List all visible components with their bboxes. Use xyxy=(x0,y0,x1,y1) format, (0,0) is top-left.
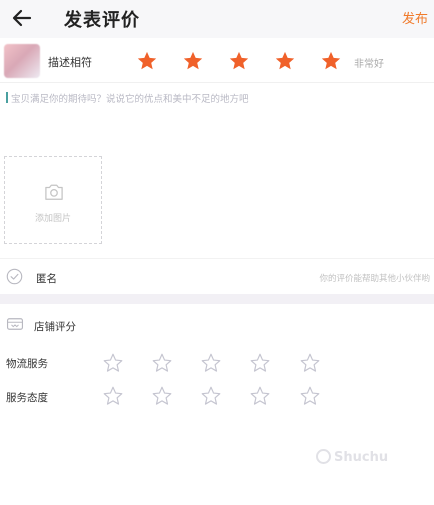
anonymous-label: 匿名 xyxy=(36,273,57,285)
product-rating-label: 描述相符 xyxy=(48,56,92,69)
section-divider xyxy=(0,294,434,304)
rating-text: 非常好 xyxy=(354,59,384,70)
logistics-label: 物流服务 xyxy=(6,358,48,370)
page-title: 发表评价 xyxy=(64,10,140,31)
star-empty-icon[interactable] xyxy=(299,352,321,374)
camera-icon xyxy=(45,184,63,200)
star-filled-icon[interactable] xyxy=(274,50,296,72)
shop-rating-title: 店铺评分 xyxy=(34,321,76,333)
product-rating-row: 描述相符 非常好 xyxy=(0,40,434,83)
add-photo-button[interactable]: 添加图片 xyxy=(4,156,102,244)
star-empty-icon[interactable] xyxy=(200,385,222,407)
anonymous-hint: 你的评价能帮助其他小伙伴哟 xyxy=(319,274,430,284)
review-placeholder: 宝贝满足你的期待吗？说说它的优点和美中不足的地方吧 xyxy=(11,94,249,105)
add-photo-label: 添加图片 xyxy=(34,214,71,224)
star-empty-icon[interactable] xyxy=(102,352,124,374)
star-empty-icon[interactable] xyxy=(249,352,271,374)
star-empty-icon[interactable] xyxy=(200,352,222,374)
watermark-logo-icon xyxy=(316,449,331,464)
publish-button[interactable]: 发布 xyxy=(402,8,428,27)
text-cursor xyxy=(6,92,8,103)
star-empty-icon[interactable] xyxy=(151,385,173,407)
star-filled-icon[interactable] xyxy=(228,50,250,72)
header-bar: 发表评价 发布 xyxy=(0,0,434,38)
watermark-text: Shuchu xyxy=(334,450,389,465)
shop-icon xyxy=(6,318,24,330)
review-page: 发表评价 发布 描述相符 非常好 宝贝满足你的期待吗？说说它的优点和美中不足的地… xyxy=(0,0,434,505)
anonymous-check-icon[interactable] xyxy=(6,268,23,285)
product-thumbnail xyxy=(4,44,40,78)
star-empty-icon[interactable] xyxy=(151,352,173,374)
star-empty-icon[interactable] xyxy=(102,385,124,407)
anonymous-row[interactable]: 匿名 你的评价能帮助其他小伙伴哟 xyxy=(0,258,434,295)
star-filled-icon[interactable] xyxy=(182,50,204,72)
star-filled-icon[interactable] xyxy=(136,50,158,72)
shop-rating-section: 店铺评分 物流服务 服务态度 xyxy=(0,304,434,505)
service-attitude-label: 服务态度 xyxy=(6,392,48,404)
back-arrow-icon[interactable] xyxy=(10,6,34,30)
star-empty-icon[interactable] xyxy=(249,385,271,407)
star-empty-icon[interactable] xyxy=(299,385,321,407)
star-filled-icon[interactable] xyxy=(320,50,342,72)
